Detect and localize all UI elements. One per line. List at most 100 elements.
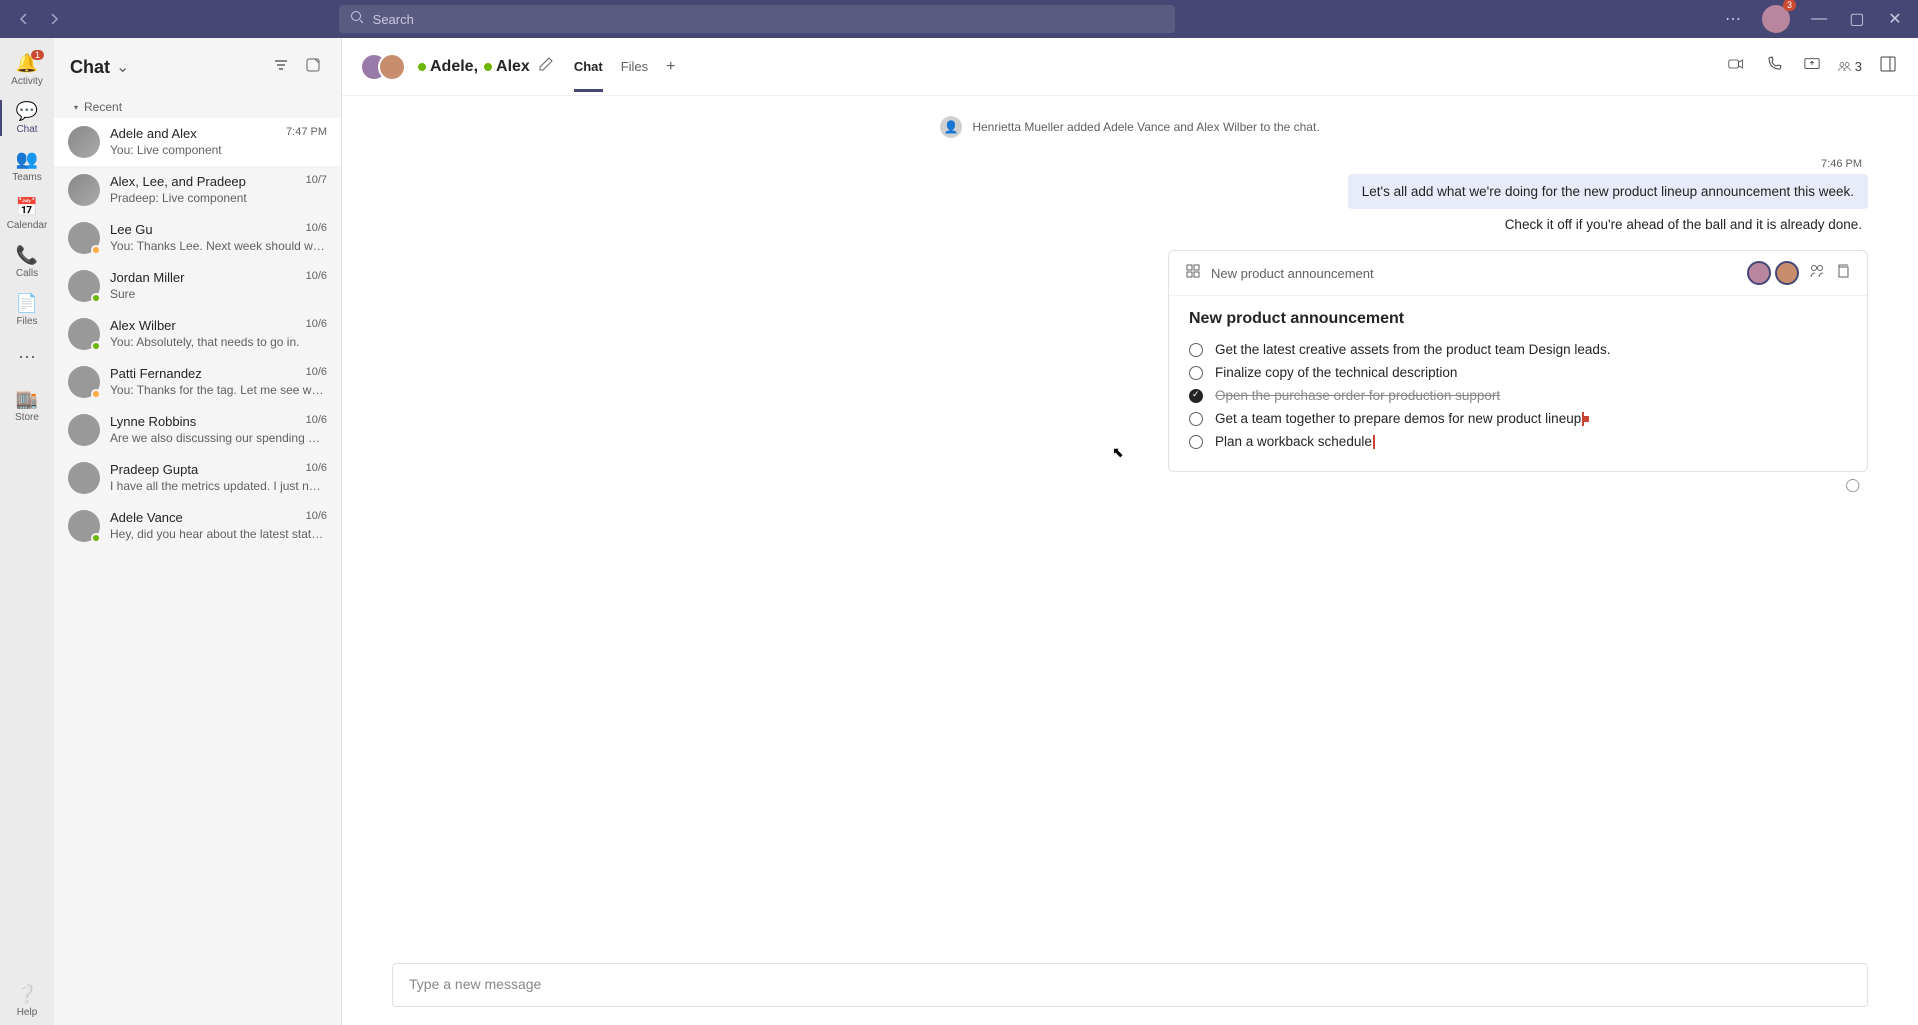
rail-store[interactable]: 🏬 Store [0, 382, 54, 430]
chat-title-name: Adele, [430, 58, 478, 76]
chat-item[interactable]: Alex Wilber10/6 You: Absolutely, that ne… [54, 310, 341, 358]
avatar [68, 510, 100, 542]
forward-button[interactable] [40, 5, 68, 33]
rail-activity[interactable]: 1 🔔 Activity [0, 46, 54, 94]
message-text: Check it off if you're ahead of the ball… [1505, 217, 1868, 232]
avatar [68, 126, 100, 158]
chat-item[interactable]: Jordan Miller10/6 Sure [54, 262, 341, 310]
avatar [378, 53, 406, 81]
check-item[interactable]: Get the latest creative assets from the … [1189, 338, 1847, 361]
chat-item[interactable]: Adele Vance10/6 Hey, did you hear about … [54, 502, 341, 550]
rail-files[interactable]: 📄 Files [0, 286, 54, 334]
collaborator-avatar [1747, 261, 1771, 285]
checkbox-icon[interactable] [1189, 343, 1203, 357]
check-item[interactable]: Get a team together to prepare demos for… [1189, 407, 1847, 430]
search-box[interactable] [339, 5, 1175, 33]
close-window-button[interactable]: ✕ [1878, 0, 1912, 38]
component-icon [1185, 263, 1201, 284]
rail-chat[interactable]: 💬 Chat [0, 94, 54, 142]
chat-item[interactable]: Lynne Robbins10/6 Are we also discussing… [54, 406, 341, 454]
rail-calls[interactable]: 📞 Calls [0, 238, 54, 286]
collaborator-cursor-flag [1583, 416, 1589, 422]
message-input[interactable] [409, 976, 1851, 992]
loop-body[interactable]: New product announcement Get the latest … [1169, 296, 1867, 471]
tab-files[interactable]: Files [621, 41, 648, 92]
chat-list-header: Chat ⌄ [54, 38, 341, 96]
mouse-cursor-icon: ⬉ [1112, 444, 1124, 461]
chat-item-time: 10/7 [306, 174, 327, 189]
chevron-down-icon[interactable]: ⌄ [116, 57, 129, 77]
chat-item-name: Alex, Lee, and Pradeep [110, 174, 246, 189]
checkbox-checked-icon[interactable] [1189, 389, 1203, 403]
chat-item[interactable]: Lee Gu10/6 You: Thanks Lee. Next week sh… [54, 214, 341, 262]
minimize-button[interactable]: — [1802, 0, 1836, 38]
checkbox-icon[interactable] [1189, 412, 1203, 426]
chat-item-name: Patti Fernandez [110, 366, 202, 381]
screen-share-button[interactable] [1800, 52, 1824, 81]
chat-item-name: Lee Gu [110, 222, 153, 237]
chat-item-preview: Are we also discussing our spending metr… [110, 431, 327, 445]
messages-area: 👤 Henrietta Mueller added Adele Vance an… [342, 96, 1918, 951]
rail-help[interactable]: ❔ Help [0, 977, 54, 1025]
search-input[interactable] [373, 12, 1165, 27]
recent-section[interactable]: ▾ Recent [54, 96, 341, 118]
tab-chat[interactable]: Chat [574, 41, 603, 92]
collaborator-avatar [1775, 261, 1799, 285]
audio-call-button[interactable] [1762, 52, 1786, 81]
chat-item[interactable]: Adele and Alex7:47 PM You: Live componen… [54, 118, 341, 166]
app-rail: 1 🔔 Activity 💬 Chat 👥 Teams 📅 Calendar 📞… [0, 38, 54, 1025]
chat-item-preview: I have all the metrics updated. I just n… [110, 479, 327, 493]
compose-box[interactable] [392, 963, 1868, 1007]
chat-title: Adele, Alex [416, 56, 554, 77]
rail-label: Calendar [7, 220, 48, 231]
more-icon: ⋯ [18, 347, 36, 368]
chat-item[interactable]: Alex, Lee, and Pradeep10/7 Pradeep: Live… [54, 166, 341, 214]
participants-button[interactable]: 3 [1838, 59, 1862, 74]
check-item[interactable]: Plan a workback schedule [1189, 430, 1847, 453]
maximize-button[interactable]: ▢ [1840, 0, 1874, 38]
profile-avatar[interactable]: 3 [1762, 5, 1790, 33]
check-item[interactable]: Finalize copy of the technical descripti… [1189, 361, 1847, 384]
loop-breadcrumb: New product announcement [1211, 266, 1374, 281]
checkbox-icon[interactable] [1189, 366, 1203, 380]
more-options-button[interactable]: ⋯ [1716, 0, 1750, 38]
filter-button[interactable] [269, 53, 293, 82]
presence-dot-icon [418, 63, 426, 71]
chat-item-time: 10/6 [306, 510, 327, 525]
checkbox-icon[interactable] [1189, 435, 1203, 449]
rail-calendar[interactable]: 📅 Calendar [0, 190, 54, 238]
help-icon: ❔ [16, 984, 38, 1005]
rail-label: Teams [12, 172, 41, 183]
add-tab-button[interactable]: + [666, 58, 675, 76]
rail-more[interactable]: ⋯ [0, 334, 54, 382]
system-message-text: Henrietta Mueller added Adele Vance and … [972, 120, 1319, 134]
participant-count: 3 [1855, 59, 1862, 74]
check-item[interactable]: Open the purchase order for production s… [1189, 384, 1847, 407]
check-text: Get a team together to prepare demos for… [1215, 411, 1581, 426]
rail-teams[interactable]: 👥 Teams [0, 142, 54, 190]
chat-list-title: Chat [70, 57, 110, 78]
copy-button[interactable] [1835, 263, 1851, 284]
new-chat-button[interactable] [301, 53, 325, 82]
rail-label: Calls [16, 268, 38, 279]
files-icon: 📄 [16, 293, 38, 314]
video-call-button[interactable] [1724, 52, 1748, 81]
chat-item[interactable]: Patti Fernandez10/6 You: Thanks for the … [54, 358, 341, 406]
rail-label: Activity [11, 76, 43, 87]
back-button[interactable] [10, 5, 38, 33]
open-pane-button[interactable] [1876, 52, 1900, 81]
chat-item-preview: You: Live component [110, 143, 327, 157]
chat-item-preview: You: Thanks Lee. Next week should work. … [110, 239, 327, 253]
chat-item-time: 10/6 [306, 318, 327, 333]
check-text: Get the latest creative assets from the … [1215, 342, 1610, 357]
chat-item-preview: Sure [110, 287, 327, 301]
store-icon: 🏬 [16, 389, 38, 410]
chat-list-panel: Chat ⌄ ▾ Recent Adele and Alex7:47 PM Yo… [54, 38, 342, 1025]
chat-item[interactable]: Pradeep Gupta10/6 I have all the metrics… [54, 454, 341, 502]
chat-item-preview: You: Thanks for the tag. Let me see what… [110, 383, 327, 397]
chat-item-time: 10/6 [306, 462, 327, 477]
share-button[interactable] [1809, 263, 1825, 284]
loop-component[interactable]: New product announcement New product ann… [1168, 250, 1868, 472]
person-added-icon: 👤 [940, 116, 962, 138]
edit-name-button[interactable] [538, 56, 554, 77]
